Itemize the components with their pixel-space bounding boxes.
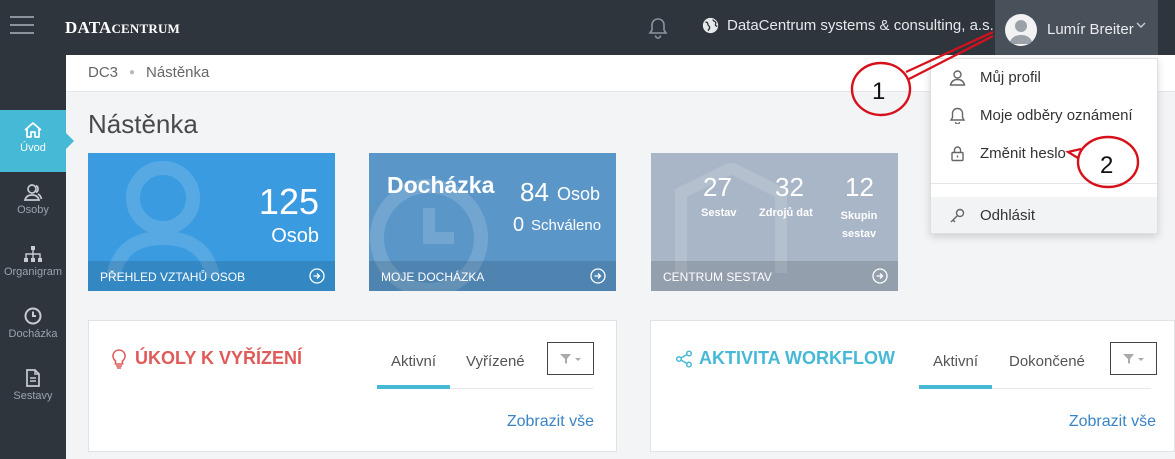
- menu-item-profile[interactable]: Můj profil: [931, 59, 1157, 95]
- tile-footer-label: PŘEHLED VZTAHŮ OSOB: [100, 270, 246, 284]
- workflow-panel-title: AKTIVITA WORKFLOW: [675, 348, 895, 369]
- filter-button[interactable]: [1110, 342, 1157, 375]
- menu-item-logout[interactable]: Odhlásit: [931, 197, 1157, 233]
- panel-title-text: AKTIVITA WORKFLOW: [699, 348, 895, 368]
- filter-icon: [559, 353, 581, 364]
- menu-item-label: Odhlásit: [980, 206, 1036, 224]
- breadcrumb-separator: ●: [129, 67, 136, 78]
- approved-label: Schváleno: [531, 217, 602, 234]
- arrow-circle-right-icon: [872, 268, 888, 284]
- persons-count: 125: [258, 181, 319, 222]
- sidebar-item-dochazka[interactable]: Docházka: [0, 296, 66, 358]
- arrow-circle-right-icon: [590, 268, 606, 284]
- sidebar-item-uvod[interactable]: Úvod: [0, 110, 74, 172]
- attendance-unit: Osob: [557, 184, 601, 204]
- logo-text-main: DATA: [65, 18, 112, 37]
- stat-reports-label: Sestav: [701, 207, 737, 219]
- page-title: Nástěnka: [88, 109, 198, 139]
- stat-sources-label: Zdrojů dat: [759, 207, 813, 219]
- key-icon: [950, 208, 965, 222]
- panel-title-text: ÚKOLY K VYŘÍZENÍ: [135, 348, 303, 368]
- home-icon: [24, 122, 42, 138]
- arrow-circle-right-icon: [309, 268, 325, 284]
- reports-icon: [26, 369, 40, 387]
- bell-icon: [949, 107, 966, 124]
- clock-icon: [24, 307, 42, 325]
- attendance-count: 84: [520, 177, 549, 207]
- sidebar-item-label: Osoby: [17, 204, 49, 216]
- chevron-down-icon: [1136, 22, 1146, 28]
- breadcrumb-current: Nástěnka: [146, 64, 210, 81]
- menu-icon[interactable]: [10, 16, 34, 36]
- tile-attendance[interactable]: Docházka 84 Osob 0 Schváleno MOJE DOCHÁZ…: [369, 153, 616, 291]
- menu-item-change-password[interactable]: Změnit heslo: [931, 135, 1157, 171]
- sidebar-item-label: Organigram: [3, 266, 63, 278]
- top-bar: DATACENTRUM DataCentrum systems & consul…: [0, 0, 1175, 59]
- tasks-panel: ÚKOLY K VYŘÍZENÍ Aktivní Vyřízené Zobraz…: [88, 320, 617, 452]
- avatar: [1005, 13, 1037, 46]
- sidebar: Úvod Osoby Organigram Docházka Sestavy: [0, 55, 74, 459]
- persons-unit: Osob: [271, 225, 319, 247]
- stat-groups-label: Skupin sestav: [840, 210, 878, 240]
- stat-groups-value: 12: [845, 172, 874, 202]
- menu-item-label: Můj profil: [980, 68, 1041, 86]
- breadcrumb-root[interactable]: DC3: [88, 64, 118, 81]
- organization-name: DataCentrum systems & consulting, a.s.: [727, 17, 994, 34]
- tile-persons[interactable]: 125 Osob PŘEHLED VZTAHŮ OSOB: [88, 153, 335, 291]
- tab-resolved[interactable]: Vyřízené: [452, 345, 539, 389]
- organization-selector[interactable]: DataCentrum systems & consulting, a.s.: [702, 17, 994, 34]
- user-icon: [949, 69, 966, 86]
- app-logo[interactable]: DATACENTRUM: [65, 18, 180, 38]
- tile-footer-link[interactable]: MOJE DOCHÁZKA: [369, 261, 616, 291]
- show-all-link[interactable]: Zobrazit vše: [1069, 413, 1156, 431]
- menu-item-label: Změnit heslo: [980, 144, 1066, 162]
- globe-icon: [702, 17, 719, 34]
- filter-icon: [1122, 353, 1144, 364]
- notifications-bell-icon[interactable]: [648, 17, 668, 44]
- tile-footer-label: CENTRUM SESTAV: [663, 270, 772, 284]
- workflow-panel: AKTIVITA WORKFLOW Aktivní Dokončené Zobr…: [650, 320, 1175, 452]
- sidebar-item-label: Sestavy: [13, 390, 53, 402]
- sidebar-item-label: Úvod: [20, 142, 46, 154]
- logo-text-rest: CENTRUM: [111, 21, 181, 36]
- tab-completed[interactable]: Dokončené: [995, 345, 1099, 389]
- menu-item-subscriptions[interactable]: Moje odběry oznámení: [931, 97, 1157, 133]
- menu-item-label: Moje odběry oznámení: [980, 106, 1133, 124]
- user-dropdown-menu: Můj profil Moje odběry oznámení Změnit h…: [930, 58, 1158, 234]
- tile-footer-link[interactable]: PŘEHLED VZTAHŮ OSOB: [88, 261, 335, 291]
- menu-divider: [931, 183, 1157, 184]
- sidebar-item-label: Docházka: [8, 328, 58, 340]
- tile-footer-link[interactable]: CENTRUM SESTAV: [651, 261, 898, 291]
- share-icon: [675, 349, 693, 368]
- sidebar-item-osoby[interactable]: Osoby: [0, 172, 66, 234]
- people-bg-icon: [106, 161, 220, 278]
- people-icon: [23, 184, 43, 201]
- attendance-title: Docházka: [387, 172, 495, 198]
- filter-button[interactable]: [547, 342, 594, 375]
- approved-count: 0: [513, 214, 525, 236]
- lock-icon: [951, 145, 964, 161]
- sidebar-item-sestavy[interactable]: Sestavy: [0, 358, 66, 420]
- tab-active[interactable]: Aktivní: [919, 345, 993, 389]
- user-name: Lumír Breiter: [1047, 21, 1134, 38]
- show-all-link[interactable]: Zobrazit vše: [507, 413, 594, 431]
- stat-sources-value: 32: [775, 172, 804, 202]
- tile-reports[interactable]: 27 Sestav 32 Zdrojů dat 12 Skupin sestav…: [651, 153, 898, 291]
- stat-reports-value: 27: [703, 172, 732, 202]
- tab-active[interactable]: Aktivní: [377, 345, 451, 389]
- tasks-panel-title: ÚKOLY K VYŘÍZENÍ: [111, 348, 302, 369]
- org-chart-icon: [24, 246, 42, 262]
- lightbulb-icon: [112, 348, 126, 369]
- user-menu-button[interactable]: Lumír Breiter: [995, 0, 1158, 59]
- sidebar-item-organigram[interactable]: Organigram: [0, 234, 66, 296]
- tile-footer-label: MOJE DOCHÁZKA: [381, 270, 485, 284]
